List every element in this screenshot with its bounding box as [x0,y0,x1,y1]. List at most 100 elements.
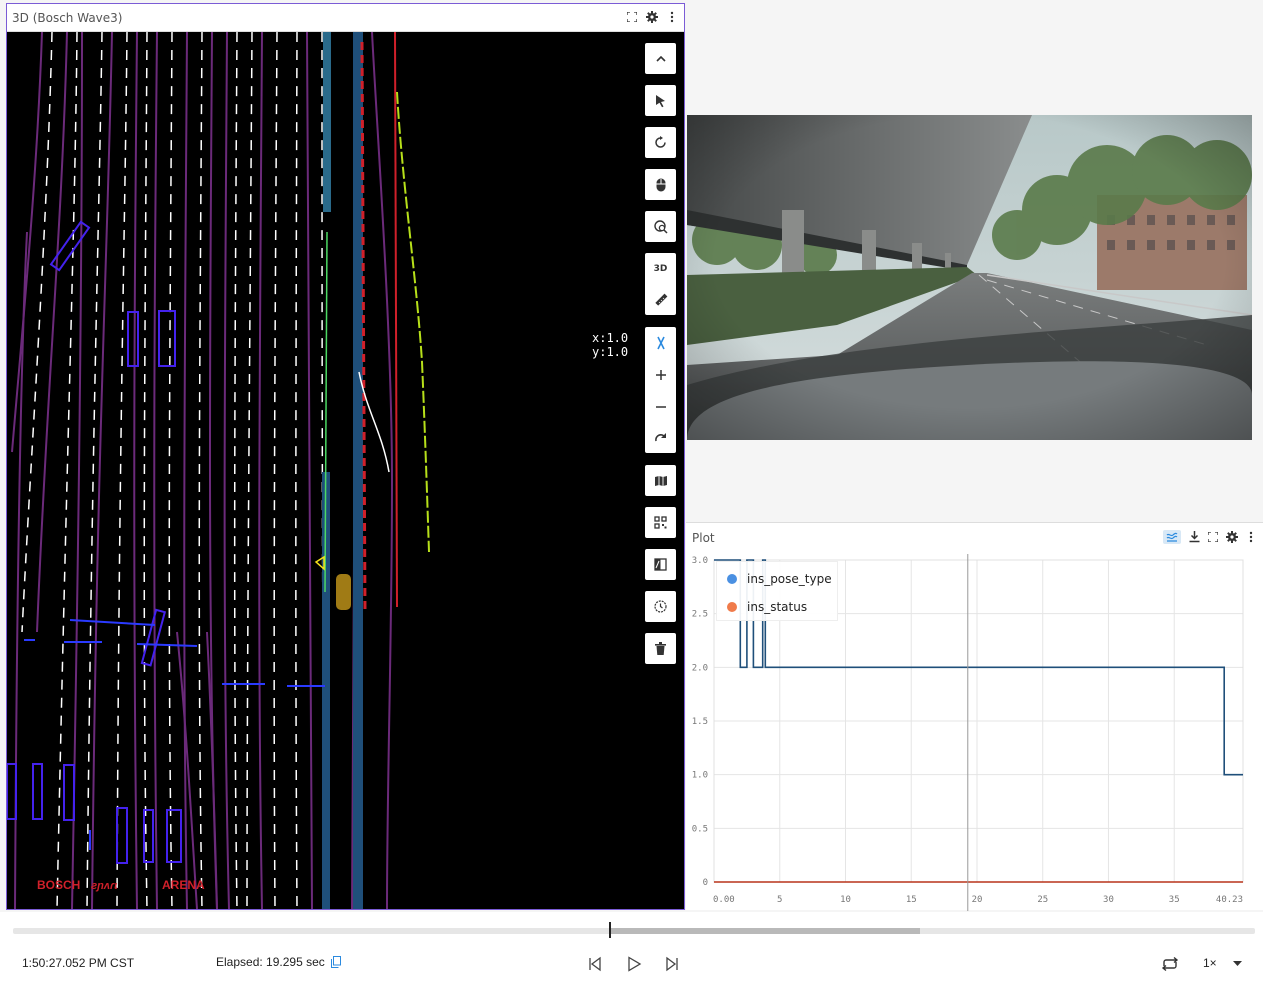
fullscreen-icon[interactable] [626,10,638,24]
gear-icon[interactable] [1226,530,1238,544]
ruler-icon [654,293,667,306]
speed-value: 1× [1203,956,1217,970]
ego-vehicle [336,574,351,610]
map-button[interactable] [645,465,676,496]
loop-icon [1161,956,1179,972]
plot-panel[interactable]: Plot 0 0.5 1.0 1.5 2.0 2.5 3.0 0.00 5 10 15 20 25 30… [686,522,1263,911]
x-tick-label: 10 [840,895,851,905]
y-tick-label: 1.5 [692,717,708,727]
seek-end-button[interactable] [662,954,682,974]
compare-button[interactable] [645,549,676,580]
loop-button[interactable] [1160,954,1180,974]
qr-code-icon [654,516,667,529]
playback-bar: 1:50:27.052 PM CST Elapsed: 19.295 sec 1… [0,912,1263,987]
more-vertical-icon[interactable] [1245,530,1257,544]
axis-group [645,327,676,453]
delete-button[interactable] [645,633,676,664]
globe-search-icon [653,219,668,234]
y-tick-label: 2.5 [692,610,708,620]
x-tick-label: 35 [1169,895,1180,905]
3d-label: 3D [653,263,668,274]
redo-button[interactable] [645,422,676,453]
plot-legend: ins_pose_type ins_status [716,561,838,621]
coordinate-readout: x:1.0 y:1.0 [592,331,629,359]
measure-button[interactable] [645,284,676,315]
current-time: 1:50:27.052 PM CST [22,956,135,970]
x-tick-label: 15 [906,895,917,905]
redo-icon [654,432,666,441]
axis-icon [656,336,665,349]
x-tick-label: 0.00 [713,895,735,905]
chevron-down-icon [1232,960,1242,966]
x-tick-label: 20 [972,895,983,905]
chevron-up-icon [655,55,666,62]
more-vertical-icon[interactable] [666,10,678,24]
download-icon[interactable] [1188,530,1200,544]
rotate-icon [655,136,666,148]
play-button[interactable] [624,954,644,974]
camera-image[interactable] [687,115,1252,440]
legend-item-ins-pose-type[interactable]: ins_pose_type [727,572,832,586]
elapsed-time: Elapsed: 19.295 sec [216,955,341,969]
plus-icon [655,369,666,380]
reset-view-button[interactable] [645,127,676,158]
zoom-in-button[interactable] [645,359,676,390]
legend-label: ins_pose_type [747,572,832,586]
map-icon [654,475,667,486]
svg-text:ƨɲʌɾɩ: ƨɲʌɾɩ [91,880,117,892]
trash-icon [655,642,666,655]
copy-icon[interactable] [330,956,341,968]
x-tick-label: 30 [1103,895,1114,905]
skip-forward-icon [666,956,678,972]
toggle-3d-button[interactable]: 3D [645,253,676,284]
legend-label: ins_status [747,600,808,614]
fullscreen-icon[interactable] [1207,530,1219,544]
history-button[interactable] [645,591,676,622]
playback-scrubber[interactable] [13,922,1255,938]
speed-select[interactable]: 1× [1203,956,1242,970]
y-tick-label: 0 [703,878,708,888]
x-tick-label: 5 [777,895,782,905]
legend-item-ins-status[interactable]: ins_status [727,600,807,614]
inspect-button[interactable] [645,211,676,242]
y-tick-label: 2.0 [692,663,708,673]
qr-button[interactable] [645,507,676,538]
ego-lane-teal [323,32,331,212]
x-axis-ticks: 0.00 5 10 15 20 25 30 35 40.23 [713,895,1243,905]
y-tick-label: 0.5 [692,824,708,834]
collapse-toolbar-button[interactable] [645,43,676,74]
select-tool-button[interactable] [645,85,676,116]
split-view-icon [654,558,667,571]
y-tick-label: 1.0 [692,771,708,781]
x-tick-label: 25 [1037,895,1048,905]
buffered-range [609,928,920,934]
svg-text:ARENA: ARENA [162,878,205,892]
view-mode-group: 3D [645,253,676,315]
y-axis-ticks: 0 0.5 1.0 1.5 2.0 2.5 3.0 [692,556,708,888]
mouse-icon [656,178,665,191]
3d-panel-title: 3D (Bosch Wave3) [12,11,123,25]
plot-panel-header: Plot [686,523,1263,553]
legend-toggle-icon[interactable] [1163,530,1181,544]
axis-toggle-button[interactable] [645,327,676,358]
3d-scene-canvas[interactable]: BOSCH ƨɲʌɾɩ ARENA [7,32,684,909]
y-tick-label: 3.0 [692,556,708,566]
elapsed-label: Elapsed: 19.295 sec [216,955,325,969]
zoom-out-button[interactable] [645,391,676,422]
legend-dot [727,602,737,612]
gear-icon[interactable] [646,10,658,24]
3d-panel[interactable]: 3D (Bosch Wave3) BOSCH ƨɲʌɾɩ ARENA x:1.0… [6,3,685,910]
svg-text:BOSCH: BOSCH [37,878,80,892]
seek-start-button[interactable] [585,954,605,974]
3d-panel-header: 3D (Bosch Wave3) [7,4,684,32]
cursor-icon [655,94,665,107]
legend-dot [727,574,737,584]
minus-icon [655,405,666,408]
mouse-mode-button[interactable] [645,169,676,200]
clock-icon [654,600,667,613]
skip-back-icon [589,956,601,972]
play-icon [628,956,642,972]
playhead[interactable] [609,922,612,938]
x-tick-label: 40.23 [1216,895,1243,905]
plot-panel-title: Plot [692,531,715,545]
